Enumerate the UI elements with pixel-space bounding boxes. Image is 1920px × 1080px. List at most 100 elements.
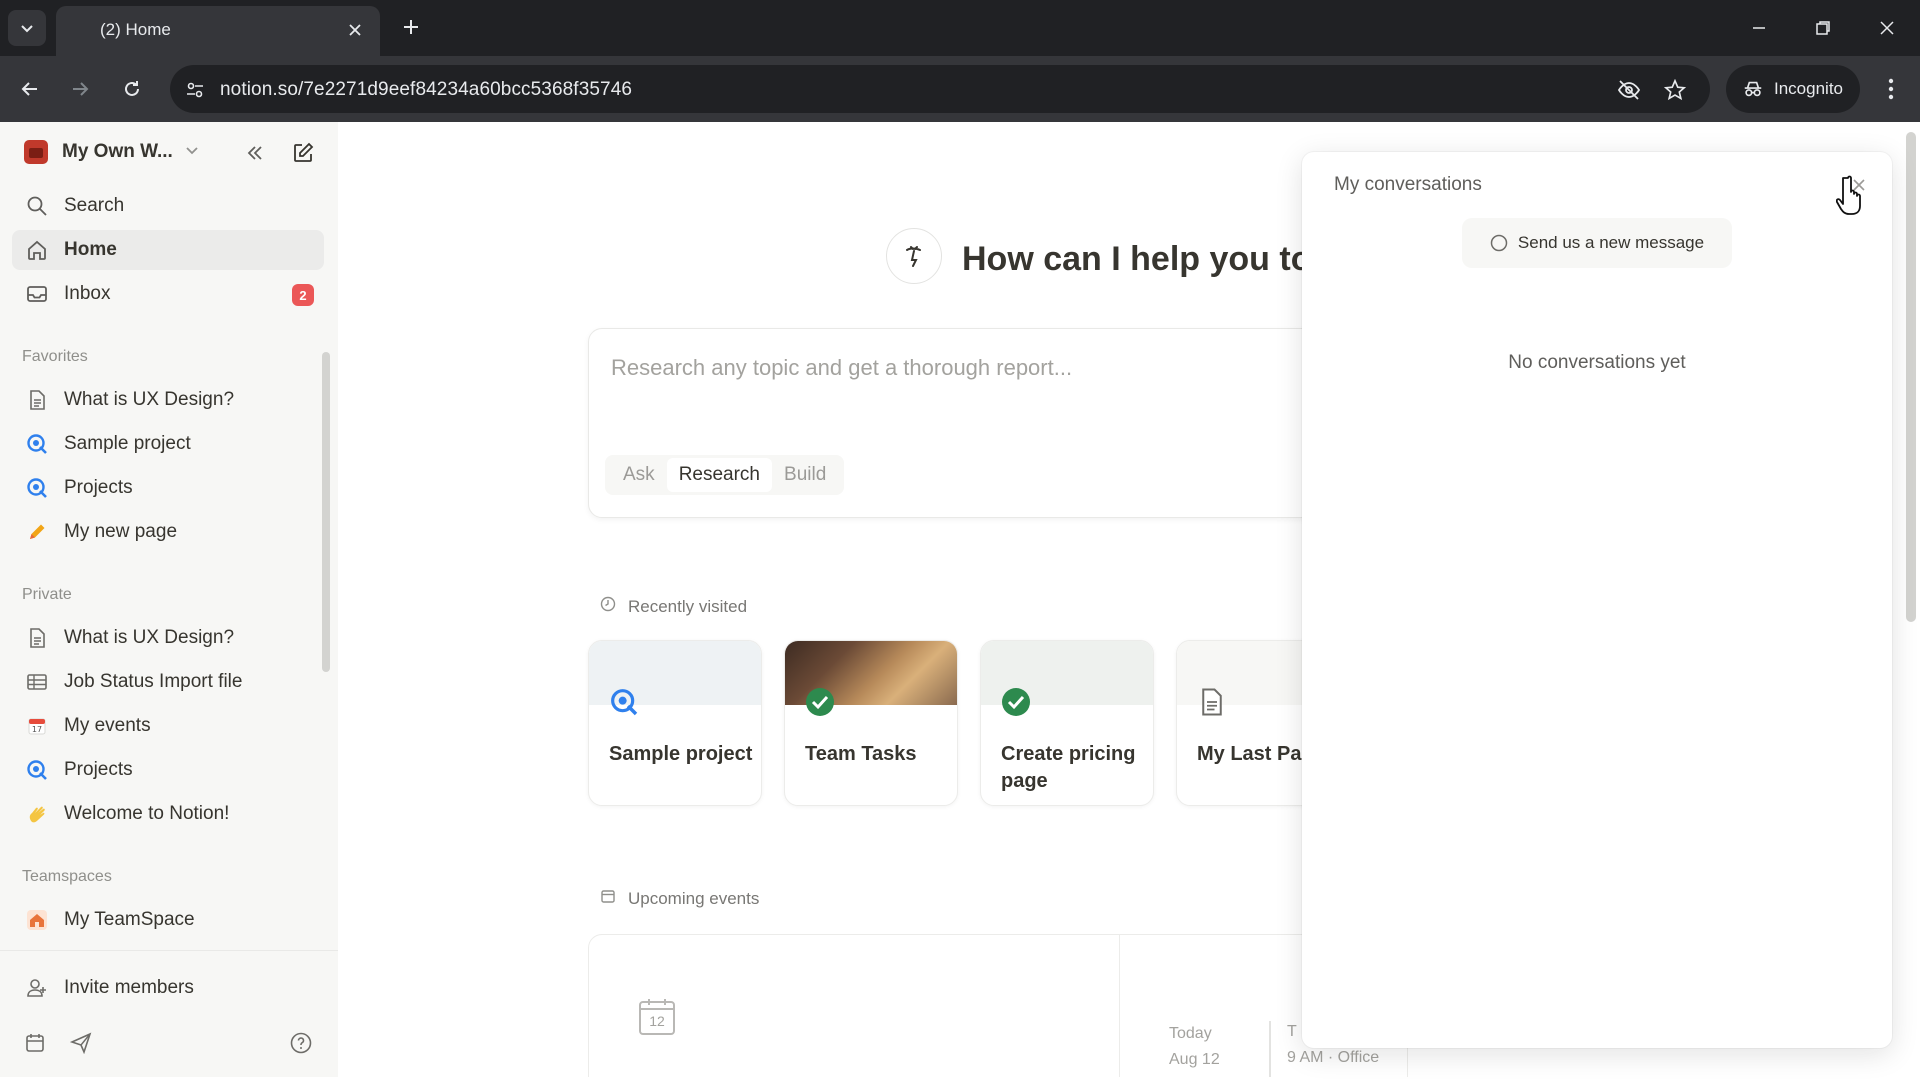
- prompt-input[interactable]: Research any topic and get a thorough re…: [611, 355, 1072, 381]
- address-bar[interactable]: notion.so/7e2271d9eef84234a60bcc5368f357…: [170, 65, 1710, 113]
- document-icon: [24, 625, 50, 651]
- new-page-icon[interactable]: [288, 138, 318, 168]
- event-date: Aug 12: [1169, 1051, 1220, 1068]
- invite-members-button[interactable]: Invite members: [12, 968, 324, 1008]
- hand-cursor-icon: [1836, 175, 1861, 215]
- sidebar-item-label: Home: [64, 239, 117, 260]
- event-details: 9 AM · Office: [1287, 1049, 1380, 1066]
- ai-prompt-box[interactable]: Research any topic and get a thorough re…: [588, 328, 1557, 518]
- project-icon: [24, 475, 50, 501]
- restore-icon[interactable]: [1800, 10, 1846, 46]
- mode-research[interactable]: Research: [666, 458, 773, 492]
- clock-icon: [600, 596, 616, 617]
- person-add-icon: [24, 975, 50, 1001]
- invite-members-label: Invite members: [64, 977, 194, 998]
- sidebar-item-job-status-import-file[interactable]: Job Status Import file: [12, 662, 324, 702]
- recent-card-team-tasks[interactable]: Team Tasks: [784, 640, 958, 806]
- card-title: Team Tasks: [805, 743, 917, 765]
- private-heading[interactable]: Private: [22, 586, 72, 604]
- send-icon[interactable]: [66, 1028, 96, 1058]
- card-title: Create pricing page: [1001, 743, 1136, 792]
- sidebar-item-what-is-ux-design-private[interactable]: What is UX Design?: [12, 618, 324, 658]
- sidebar-item-label: My TeamSpace: [64, 909, 195, 930]
- close-window-icon[interactable]: [1864, 10, 1910, 46]
- eye-off-icon[interactable]: [1616, 77, 1642, 103]
- chevron-down-icon: [185, 143, 199, 162]
- pencil-icon: [24, 519, 50, 545]
- sidebar-item-what-is-ux-design[interactable]: What is UX Design?: [12, 380, 324, 420]
- browser-menu-icon[interactable]: [1876, 72, 1906, 106]
- event-day: Today Aug 12: [1169, 1021, 1220, 1073]
- sidebar-item-my-teamspace[interactable]: My TeamSpace: [12, 900, 324, 940]
- browser-toolbar: notion.so/7e2271d9eef84234a60bcc5368f357…: [0, 56, 1920, 122]
- sidebar-item-my-new-page[interactable]: My new page: [12, 512, 324, 552]
- sidebar-item-home[interactable]: Home: [12, 230, 324, 270]
- upcoming-events-panel: 12 Today Aug 12 T 9 AM · Office: [588, 934, 1408, 1077]
- check-circle-icon: [999, 685, 1033, 719]
- sidebar-item-search[interactable]: Search: [12, 186, 324, 226]
- tab-search-button[interactable]: [8, 10, 46, 46]
- send-new-message-label: Send us a new message: [1517, 233, 1705, 252]
- browser-tab[interactable]: (2) Home: [56, 6, 380, 56]
- wave-icon: [24, 801, 50, 827]
- workspace-switcher[interactable]: My Own W...: [14, 132, 324, 172]
- panel-title: My conversations: [1334, 174, 1482, 195]
- event-title[interactable]: T: [1287, 1023, 1297, 1041]
- help-icon[interactable]: [286, 1028, 316, 1058]
- mode-selector: Ask Research Build: [605, 455, 845, 495]
- events-divider: [1119, 935, 1120, 1077]
- collapse-sidebar-icon[interactable]: [240, 138, 270, 168]
- home-icon: [24, 237, 50, 263]
- sidebar-divider: [0, 950, 338, 951]
- sidebar-item-label: Search: [64, 195, 125, 216]
- sidebar: My Own W... Search Home Inbox 2 Favorite…: [0, 122, 338, 1077]
- send-new-message-button[interactable]: Send us a new message: [1462, 218, 1732, 268]
- new-tab-icon[interactable]: [398, 14, 424, 40]
- mode-build[interactable]: Build: [772, 458, 838, 492]
- workspace-icon: [24, 140, 48, 164]
- incognito-icon: [1744, 81, 1762, 97]
- calendar-icon: 17: [24, 713, 50, 739]
- sidebar-item-label: Sample project: [64, 433, 191, 454]
- sidebar-item-projects-private[interactable]: Projects: [12, 750, 324, 790]
- teamspaces-heading[interactable]: Teamspaces: [22, 868, 112, 886]
- check-circle-icon: [803, 685, 837, 719]
- star-icon[interactable]: [1662, 77, 1688, 103]
- reload-icon[interactable]: [114, 71, 150, 107]
- document-icon: [24, 387, 50, 413]
- site-info-icon[interactable]: [182, 77, 208, 103]
- calendar-app-icon[interactable]: [20, 1028, 50, 1058]
- svg-text:17: 17: [32, 725, 42, 734]
- upcoming-events-heading: Upcoming events: [600, 888, 759, 909]
- calendar-icon: 12: [637, 997, 677, 1037]
- sidebar-item-my-events[interactable]: 17 My events: [12, 706, 324, 746]
- chat-bubble-icon: [1490, 234, 1508, 252]
- tab-title: (2) Home: [100, 20, 171, 39]
- card-title: Sample project: [609, 743, 753, 765]
- event-separator: [1269, 1021, 1271, 1077]
- forward-icon[interactable]: [62, 71, 98, 107]
- recent-card-create-pricing-page[interactable]: Create pricing page: [980, 640, 1154, 806]
- browser-tab-bar: (2) Home: [0, 0, 1920, 56]
- favorites-heading[interactable]: Favorites: [22, 348, 88, 366]
- sidebar-item-label: What is UX Design?: [64, 627, 235, 648]
- recently-visited-heading: Recently visited: [600, 596, 747, 617]
- tab-close-icon[interactable]: [344, 19, 366, 41]
- conversations-panel: My conversations Send us a new message N…: [1302, 152, 1892, 1048]
- minimize-icon[interactable]: [1736, 10, 1782, 46]
- back-icon[interactable]: [12, 71, 48, 107]
- incognito-label: Incognito: [1774, 79, 1843, 98]
- incognito-badge[interactable]: Incognito: [1726, 65, 1860, 113]
- page-title: How can I help you to: [962, 240, 1312, 278]
- sidebar-item-sample-project[interactable]: Sample project: [12, 424, 324, 464]
- mode-ask[interactable]: Ask: [611, 458, 667, 492]
- inbox-icon: [24, 281, 50, 307]
- search-icon: [24, 193, 50, 219]
- sidebar-item-label: Welcome to Notion!: [64, 803, 230, 824]
- recent-card-sample-project[interactable]: Sample project: [588, 640, 762, 806]
- main-scrollbar[interactable]: [1906, 132, 1916, 622]
- sidebar-item-welcome-to-notion[interactable]: Welcome to Notion!: [12, 794, 324, 834]
- sidebar-item-projects[interactable]: Projects: [12, 468, 324, 508]
- sidebar-item-inbox[interactable]: Inbox 2: [12, 274, 324, 314]
- sidebar-scrollbar[interactable]: [322, 352, 330, 672]
